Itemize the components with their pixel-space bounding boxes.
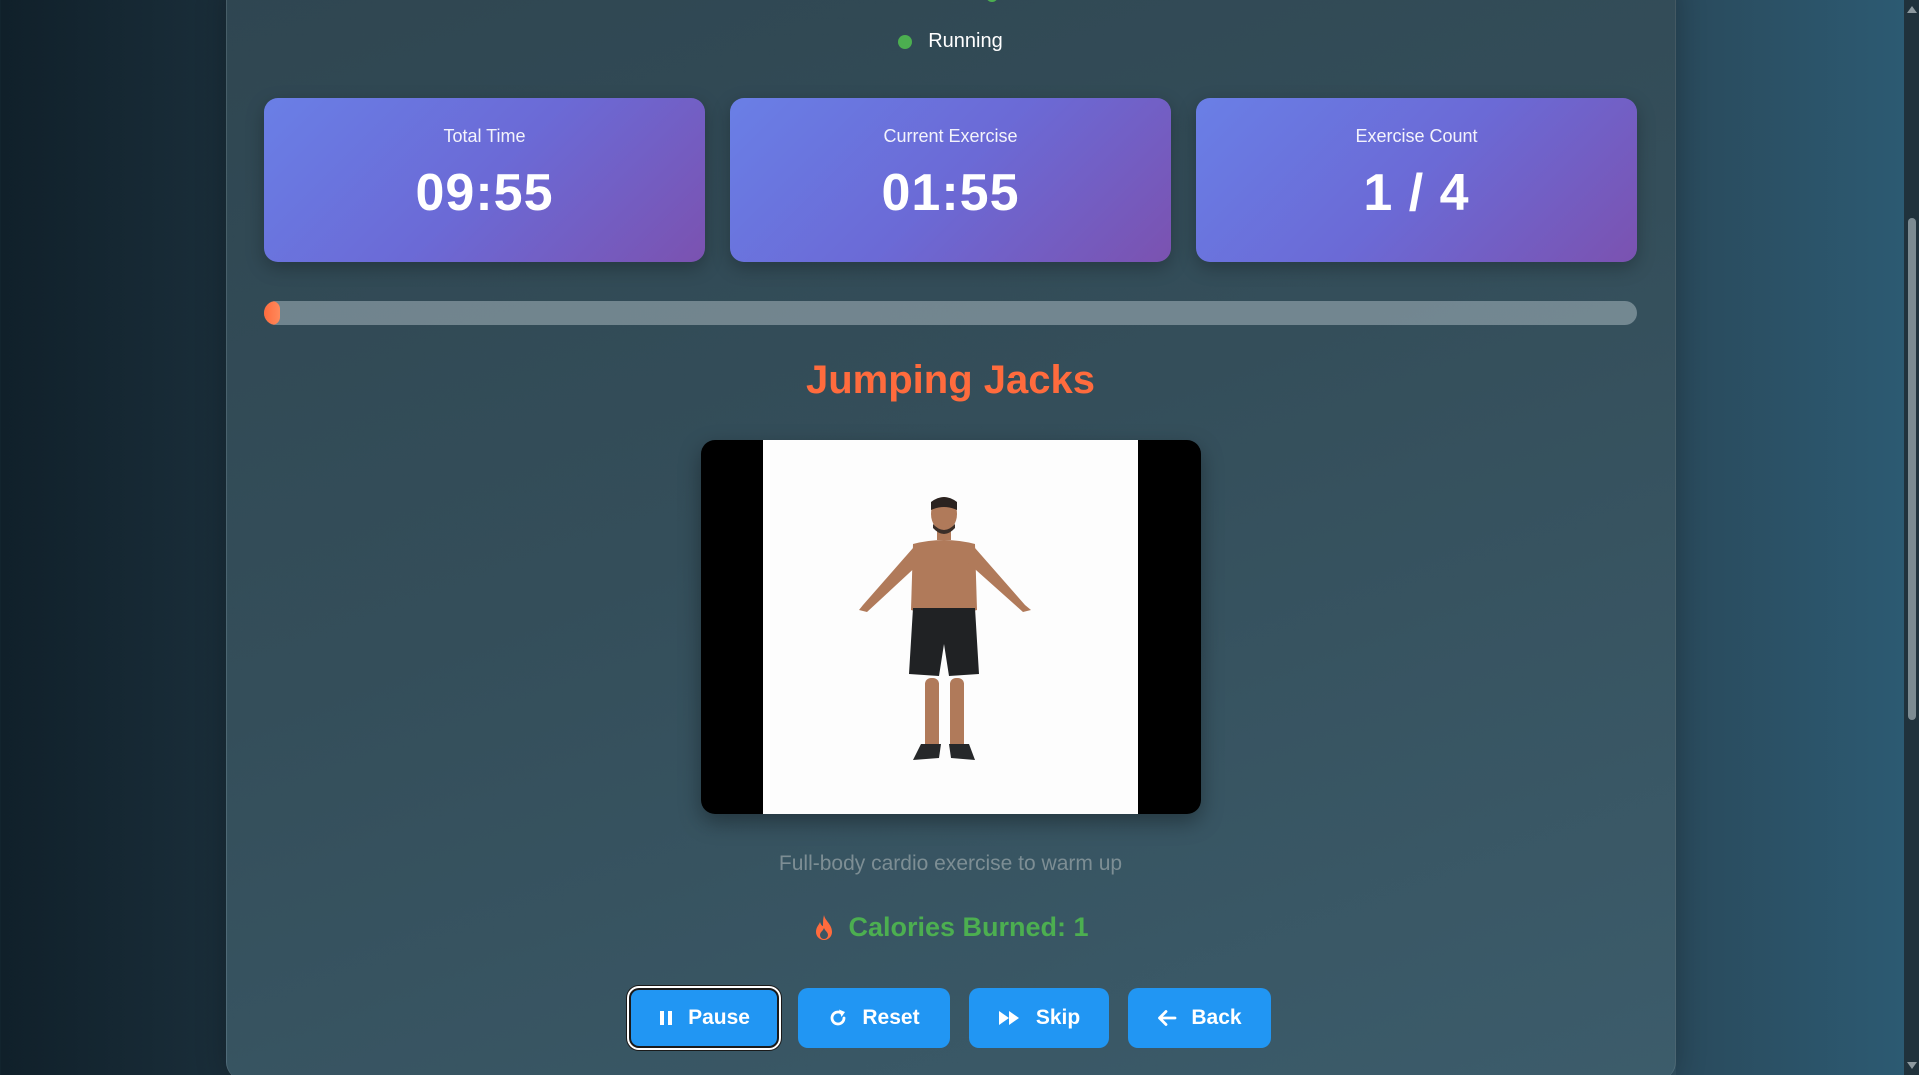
exercise-video[interactable]	[701, 440, 1201, 814]
arrow-left-icon	[1158, 1010, 1177, 1026]
skip-button[interactable]: Skip	[969, 988, 1109, 1048]
workout-status: Running	[0, 30, 1901, 53]
pause-button-label: Pause	[688, 1006, 750, 1029]
calories-burned: Calories Burned: 1	[0, 912, 1901, 943]
exercise-progress-fill	[264, 301, 281, 325]
calories-label: Calories Burned: 1	[848, 912, 1089, 942]
exercise-description: Full-body cardio exercise to warm up	[778, 852, 1123, 875]
status-indicator-dot	[898, 34, 913, 49]
redo-icon	[831, 1009, 846, 1026]
athlete-figure-icon	[859, 497, 1031, 760]
fire-icon	[816, 914, 833, 940]
back-button-label: Back	[1191, 1006, 1242, 1029]
exercise-count-value: 1 / 4	[1363, 164, 1470, 222]
scrollbar-thumb[interactable]	[1908, 218, 1916, 720]
exercise-progress-bar	[264, 301, 1637, 325]
panel-header-remnant	[974, 0, 1010, 4]
status-label: Running	[928, 30, 1003, 52]
reset-button[interactable]: Reset	[798, 988, 950, 1048]
scroll-down-arrow-icon[interactable]	[1907, 1062, 1917, 1069]
total-time-label: Total Time	[443, 126, 526, 146]
exercise-title: Jumping Jacks	[805, 358, 1095, 402]
skip-button-label: Skip	[1035, 1006, 1081, 1029]
scroll-up-arrow-icon[interactable]	[1907, 6, 1917, 13]
exercise-count-card: Exercise Count 1 / 4	[1196, 98, 1637, 262]
total-time-card: Total Time 09:55	[264, 98, 705, 262]
reset-button-label: Reset	[862, 1006, 920, 1029]
exercise-count-label: Exercise Count	[1355, 126, 1478, 146]
current-exercise-label: Current Exercise	[883, 126, 1018, 146]
page-scrollbar[interactable]	[1904, 0, 1919, 1075]
pause-icon	[660, 1011, 673, 1025]
exercise-demo-image	[763, 440, 1138, 814]
current-exercise-value: 01:55	[881, 164, 1020, 222]
total-time-value: 09:55	[415, 164, 554, 222]
current-exercise-card: Current Exercise 01:55	[730, 98, 1171, 262]
fast-forward-icon	[998, 1011, 1019, 1025]
pause-button[interactable]: Pause	[629, 988, 779, 1048]
back-button[interactable]: Back	[1128, 988, 1271, 1048]
